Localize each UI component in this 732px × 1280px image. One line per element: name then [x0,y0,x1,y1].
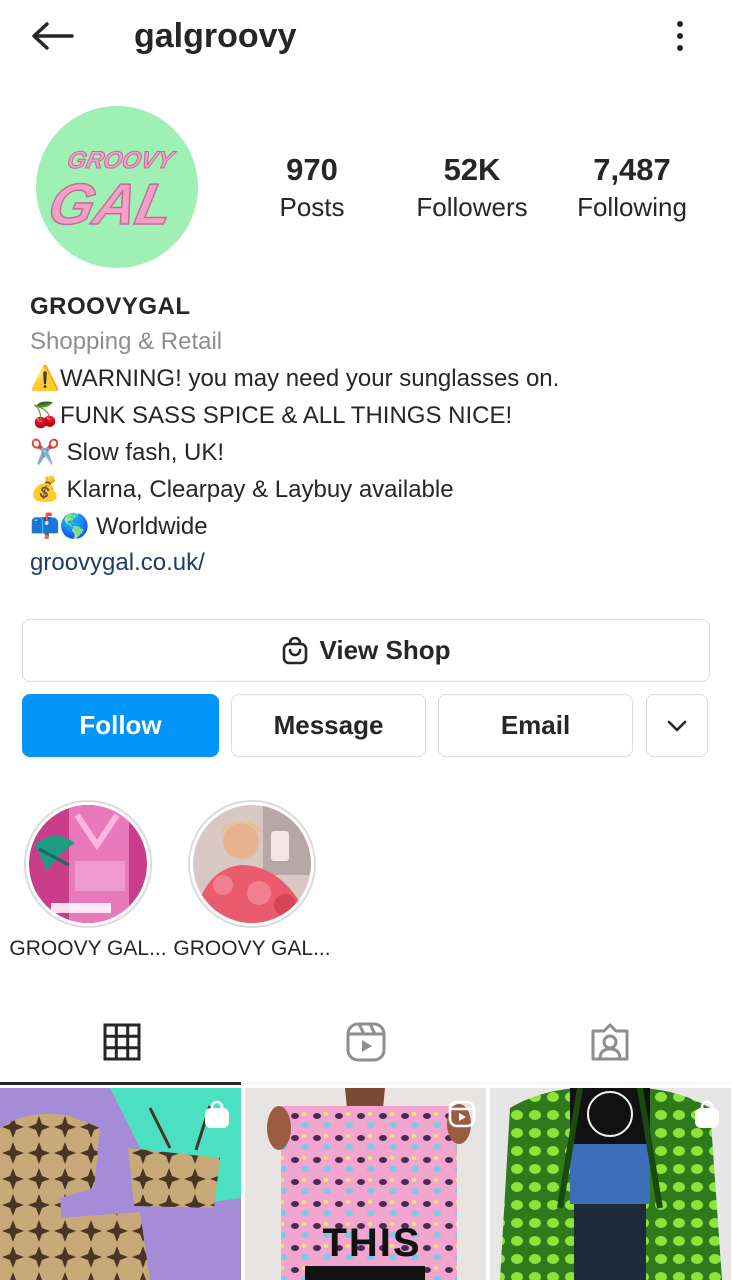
tab-grid[interactable] [0,1000,244,1085]
tab-tagged[interactable] [488,1000,732,1084]
highlight-label: GROOVY GAL... [173,937,331,960]
highlight-ring [24,800,152,928]
avatar-logo: GROOVY GAL [42,147,180,238]
email-button[interactable]: Email [438,694,633,757]
post-grid: THIS [0,1088,732,1280]
more-dot [677,45,683,51]
website-link[interactable]: groovygal.co.uk/ [30,545,710,581]
story-highlight[interactable]: GROOVY GAL... [172,800,332,964]
post-thumbnail[interactable] [0,1088,241,1280]
profile-name: GROOVYGAL [30,293,191,320]
avatar-logo-top-text: GROOVY [65,147,178,174]
shopping-bag-icon [205,1100,229,1128]
bio-line: ✂️ Slow fash, UK! [30,434,710,471]
profile-stats: 970 Posts 52K Followers 7,487 Following [232,150,712,230]
bio-line-text: Worldwide [96,513,208,540]
suggested-accounts-button[interactable] [646,694,708,757]
highlight-thumbnail [193,805,311,923]
message-button[interactable]: Message [231,694,426,757]
top-bar: galgroovy [0,0,732,72]
tagged-icon [591,1023,629,1061]
page-title: galgroovy [134,17,297,55]
stat-value: 7,487 [593,152,671,187]
warning-icon: ⚠️ [30,364,60,392]
post-thumbnail[interactable]: THIS [245,1088,486,1280]
bio-line-text: Slow fash, UK! [60,439,225,466]
bio-line: 📫🌎 Worldwide [30,508,710,545]
bio-line-text: WARNING! you may need your sunglasses on… [60,365,560,392]
post-overlay-text: THIS [322,1221,421,1265]
stat-value: 52K [443,152,501,187]
profile-category: Shopping & Retail [30,328,223,355]
reels-icon [346,1022,386,1062]
scissors-icon: ✂️ [30,438,60,466]
stat-posts[interactable]: 970 Posts [232,150,392,230]
highlight-ring [188,800,316,928]
mailbox-globe-icon: 📫🌎 [30,512,90,540]
profile-tabs [0,1000,732,1085]
highlight-label: GROOVY GAL... [9,937,167,960]
stat-following[interactable]: 7,487 Following [552,150,712,230]
bio-line-text: FUNK SASS SPICE & ALL THINGS NICE! [60,402,513,429]
shopping-bag-icon [282,636,307,664]
bio-line-text: Klarna, Clearpay & Laybuy available [60,476,454,503]
chevron-down-icon [667,720,687,731]
bio-line: ⚠️WARNING! you may need your sunglasses … [30,360,710,397]
stat-value: 970 [286,152,338,187]
arrow-left-icon [32,22,74,50]
stat-label: Posts [279,192,345,222]
grid-icon [103,1023,141,1061]
bio-line: 🍒FUNK SASS SPICE & ALL THINGS NICE! [30,397,710,434]
view-shop-button[interactable]: View Shop [22,619,710,682]
story-highlight[interactable]: GROOVY GAL... [8,800,168,964]
avatar-logo-bottom-text: GAL [43,173,179,237]
tab-reels[interactable] [244,1000,488,1084]
money-bag-icon: 💰 [30,475,60,503]
shopping-bag-icon [695,1100,719,1128]
back-button[interactable] [28,14,76,58]
more-options-button[interactable] [668,14,692,58]
post-thumbnail[interactable] [490,1088,731,1280]
more-dot [677,33,683,39]
highlight-thumbnail [29,805,147,923]
reels-icon [448,1100,476,1128]
stat-label: Following [577,192,687,222]
view-shop-label: View Shop [319,635,451,665]
stat-followers[interactable]: 52K Followers [392,150,552,230]
avatar[interactable]: GROOVY GAL [36,106,198,268]
follow-button[interactable]: Follow [22,694,219,757]
bio: GROOVYGAL Shopping & Retail ⚠️WARNING! y… [30,290,710,581]
more-vertical-icon [677,21,683,27]
bio-line: 💰 Klarna, Clearpay & Laybuy available [30,471,710,508]
cherry-icon: 🍒 [30,401,60,429]
stat-label: Followers [416,192,528,222]
